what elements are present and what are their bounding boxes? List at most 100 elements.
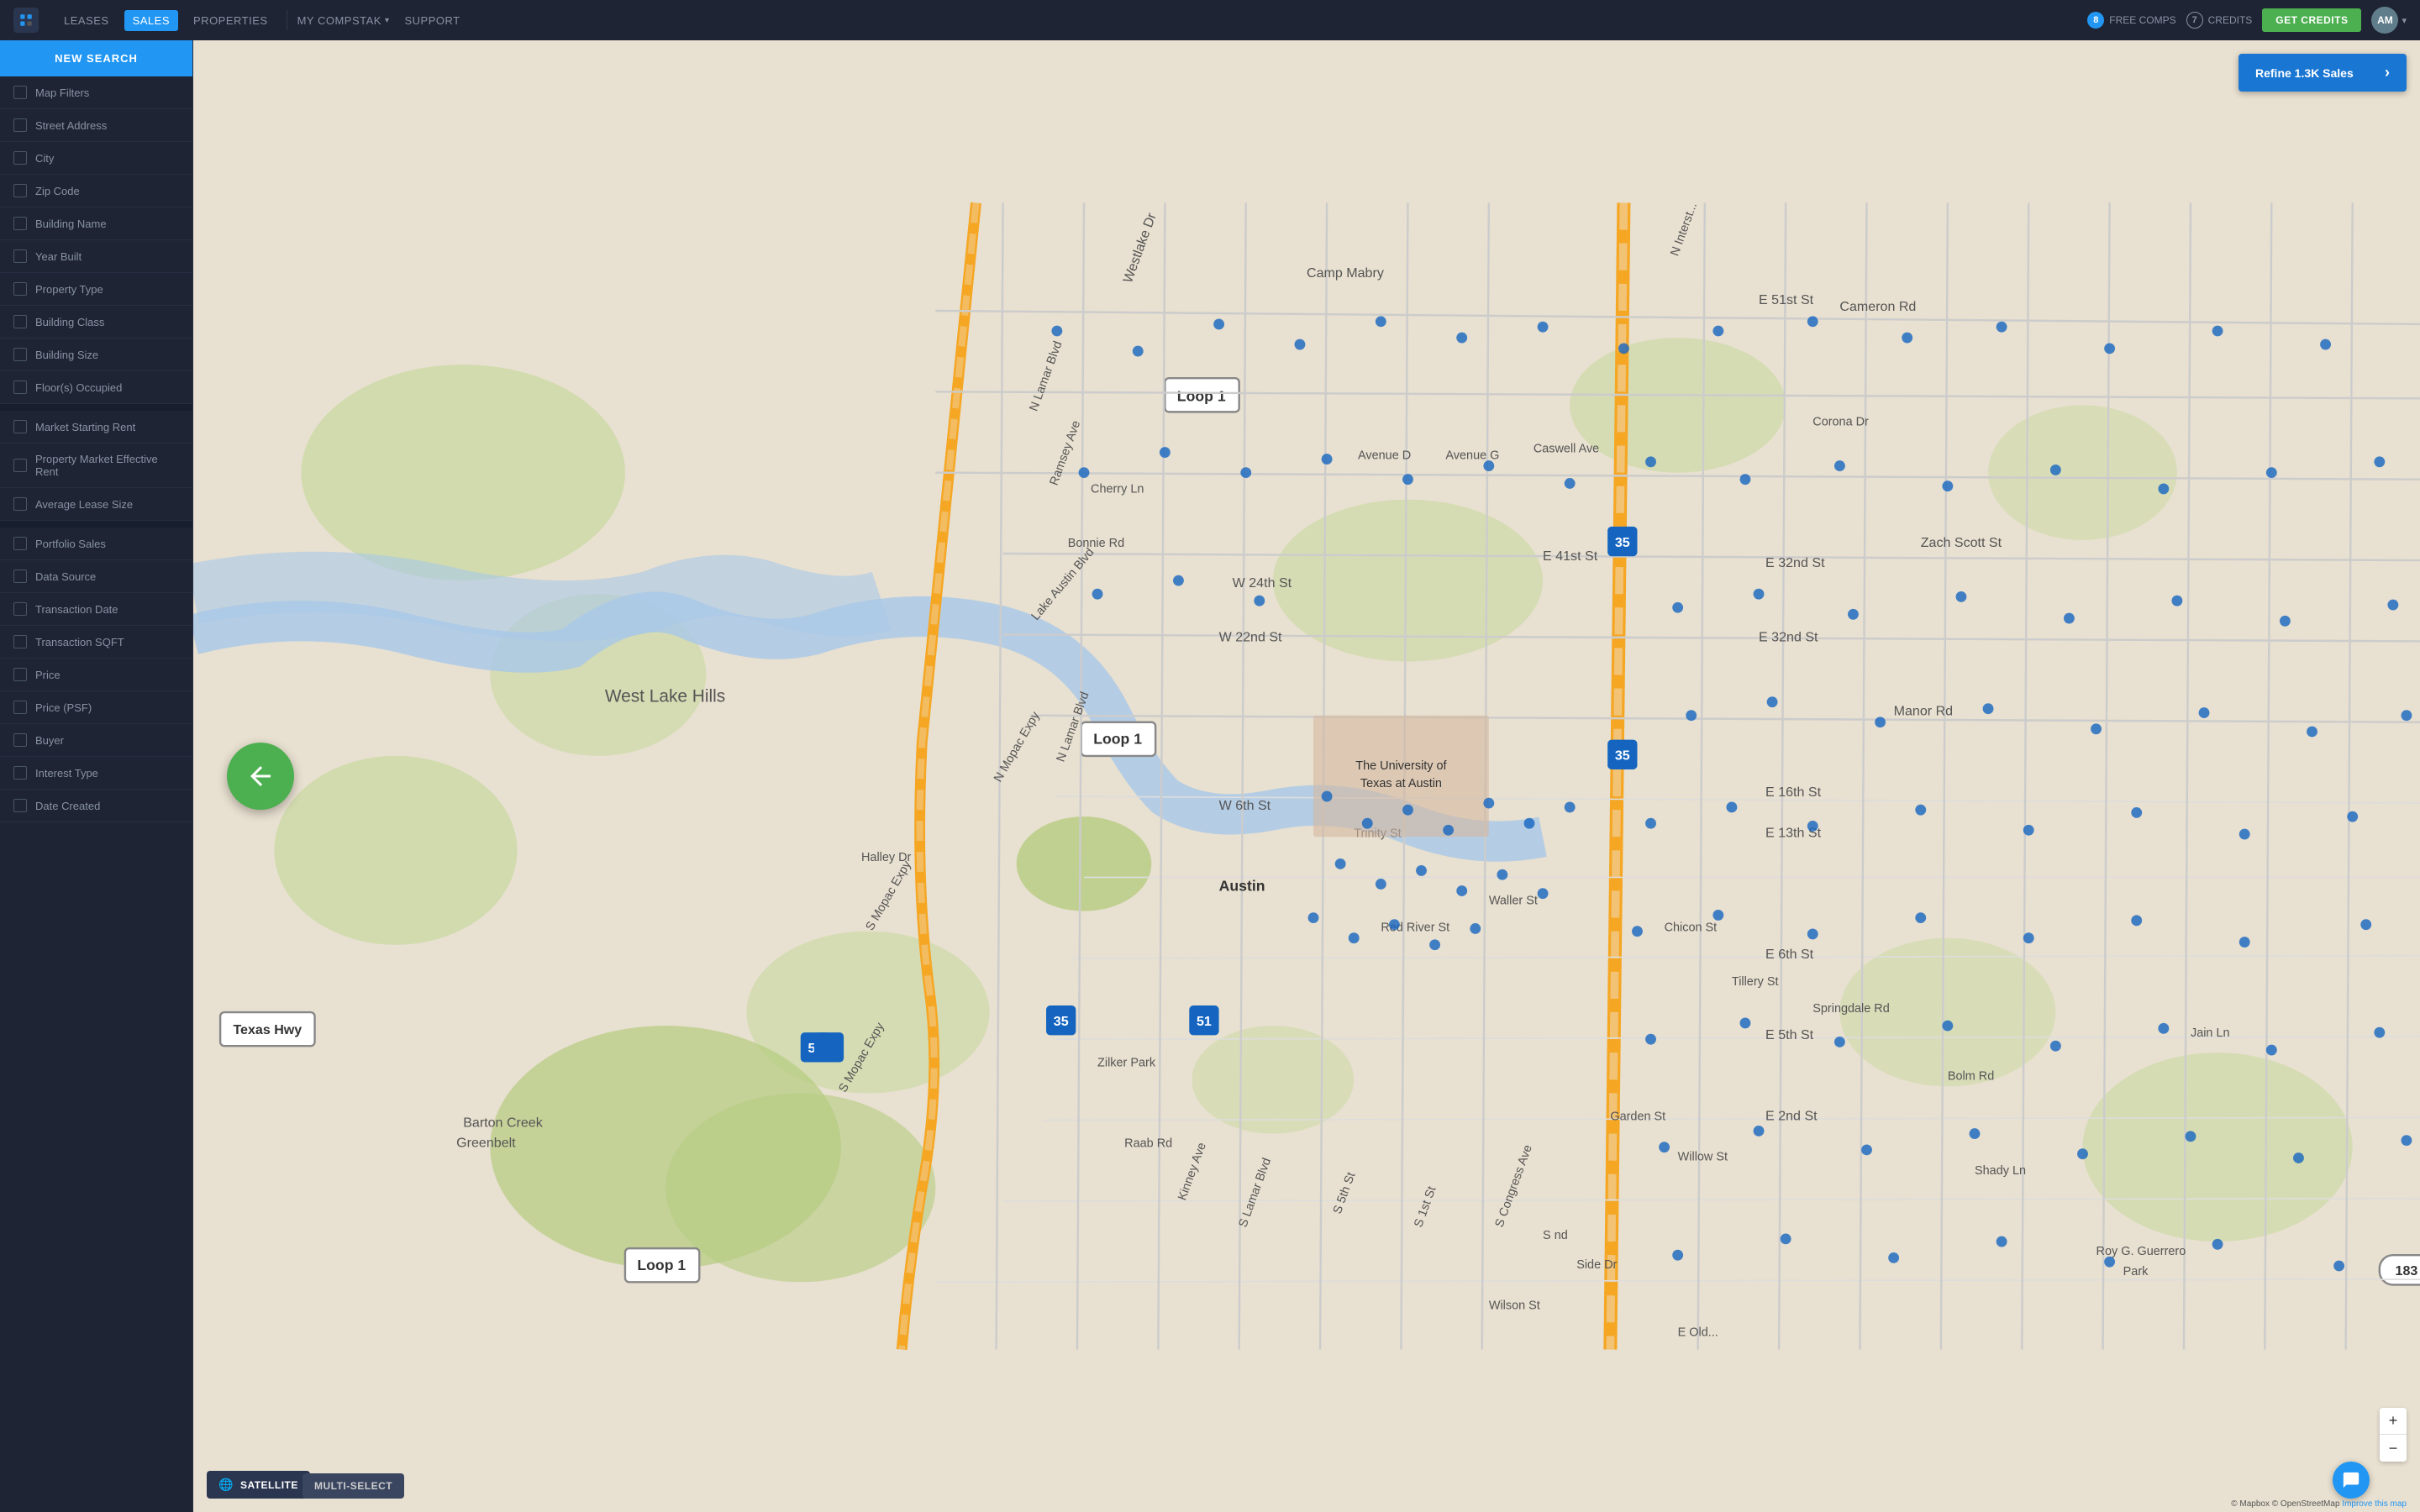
- filter-label-transaction-date: Transaction Date: [35, 603, 118, 616]
- svg-text:Texas at Austin: Texas at Austin: [1360, 777, 1442, 790]
- svg-text:Greenbelt: Greenbelt: [456, 1136, 516, 1151]
- svg-text:E 32nd St: E 32nd St: [1759, 629, 1818, 644]
- filter-label-interest-type: Interest Type: [35, 767, 98, 780]
- avatar[interactable]: AM: [2371, 7, 2398, 34]
- filter-item-street-address[interactable]: Street Address: [0, 109, 192, 142]
- filter-checkbox-transaction-sqft[interactable]: [13, 635, 27, 648]
- filter-checkbox-map-filters[interactable]: [13, 86, 27, 99]
- satellite-button[interactable]: 🌐 SATELLITE: [207, 1471, 310, 1499]
- svg-text:Manor Rd: Manor Rd: [1894, 704, 1953, 719]
- filter-checkbox-price[interactable]: [13, 668, 27, 681]
- svg-text:51: 51: [1197, 1014, 1212, 1029]
- filter-item-market-starting-rent[interactable]: Market Starting Rent: [0, 411, 192, 444]
- filter-item-floors-occupied[interactable]: Floor(s) Occupied: [0, 371, 192, 404]
- filter-item-building-size[interactable]: Building Size: [0, 339, 192, 371]
- filter-checkbox-date-created[interactable]: [13, 799, 27, 812]
- credits-text: CREDITS: [2208, 14, 2253, 26]
- filter-item-price[interactable]: Price: [0, 659, 192, 691]
- filter-checkbox-average-lease-size[interactable]: [13, 497, 27, 511]
- svg-text:Loop 1: Loop 1: [1177, 388, 1226, 405]
- multiselect-button[interactable]: MULTI-SELECT: [302, 1473, 404, 1499]
- main-layout: NEW SEARCH Map Filters Street Address City…: [0, 40, 2420, 1512]
- chevron-right-icon: ›: [2385, 64, 2390, 81]
- filter-item-price-psf[interactable]: Price (PSF): [0, 691, 192, 724]
- filter-checkbox-building-name[interactable]: [13, 217, 27, 230]
- filter-label-street-address: Street Address: [35, 119, 107, 132]
- svg-text:E 2nd St: E 2nd St: [1765, 1109, 1818, 1124]
- filter-item-transaction-date[interactable]: Transaction Date: [0, 593, 192, 626]
- header: LEASES SALES PROPERTIES MY COMPSTAK ▾ SU…: [0, 0, 2420, 40]
- filter-item-date-created[interactable]: Date Created: [0, 790, 192, 822]
- filter-item-property-market-effective-rent[interactable]: Property Market Effective Rent: [0, 444, 192, 488]
- filter-label-map-filters: Map Filters: [35, 87, 89, 99]
- filter-checkbox-street-address[interactable]: [13, 118, 27, 132]
- filter-checkbox-building-size[interactable]: [13, 348, 27, 361]
- filter-checkbox-market-starting-rent[interactable]: [13, 420, 27, 433]
- filter-label-price-psf: Price (PSF): [35, 701, 92, 714]
- map-background[interactable]: Loop 1 Loop 1 Loop 1 Texas Hwy 183: [193, 40, 2420, 1512]
- improve-map-link[interactable]: Improve this map: [2342, 1499, 2407, 1509]
- refine-label: Refine 1.3K Sales: [2255, 66, 2354, 80]
- logo[interactable]: [13, 8, 39, 33]
- svg-text:E 6th St: E 6th St: [1765, 947, 1814, 962]
- filter-item-city[interactable]: City: [0, 142, 192, 175]
- satellite-label: SATELLITE: [240, 1479, 298, 1491]
- filter-label-market-starting-rent: Market Starting Rent: [35, 421, 135, 433]
- filter-checkbox-property-market-effective-rent[interactable]: [13, 459, 27, 472]
- filter-item-average-lease-size[interactable]: Average Lease Size: [0, 488, 192, 521]
- filter-checkbox-transaction-date[interactable]: [13, 602, 27, 616]
- avatar-dropdown[interactable]: AM ▾: [2371, 7, 2407, 34]
- filter-item-map-filters[interactable]: Map Filters: [0, 76, 192, 109]
- filter-item-portfolio-sales[interactable]: Portfolio Sales: [0, 528, 192, 560]
- filter-label-city: City: [35, 152, 54, 165]
- nav-leases[interactable]: LEASES: [55, 10, 118, 31]
- svg-text:Park: Park: [2123, 1265, 2149, 1278]
- svg-text:Waller St: Waller St: [1489, 895, 1538, 908]
- filter-label-building-size: Building Size: [35, 349, 98, 361]
- map-container: Loop 1 Loop 1 Loop 1 Texas Hwy 183: [193, 40, 2420, 1512]
- get-credits-button[interactable]: GET CREDITS: [2262, 8, 2361, 32]
- svg-text:Camp Mabry: Camp Mabry: [1307, 265, 1384, 281]
- filter-label-zip-code: Zip Code: [35, 185, 80, 197]
- filter-list: Map Filters Street Address City Zip Code Bui…: [0, 76, 192, 822]
- filter-checkbox-portfolio-sales[interactable]: [13, 537, 27, 550]
- filter-item-data-source[interactable]: Data Source: [0, 560, 192, 593]
- svg-text:Bolm Rd: Bolm Rd: [1948, 1069, 1994, 1083]
- filter-checkbox-price-psf[interactable]: [13, 701, 27, 714]
- nav-properties[interactable]: PROPERTIES: [185, 10, 276, 31]
- zoom-in-button[interactable]: +: [2380, 1408, 2407, 1435]
- refine-sales-button[interactable]: Refine 1.3K Sales ›: [2238, 54, 2407, 92]
- map-attribution: © Mapbox © OpenStreetMap Improve this ma…: [2231, 1499, 2407, 1509]
- filter-checkbox-interest-type[interactable]: [13, 766, 27, 780]
- zoom-out-button[interactable]: −: [2380, 1435, 2407, 1462]
- filter-checkbox-data-source[interactable]: [13, 570, 27, 583]
- chat-button[interactable]: [2333, 1462, 2370, 1499]
- svg-text:Roy G. Guerrero: Roy G. Guerrero: [2096, 1245, 2186, 1258]
- filter-checkbox-year-built[interactable]: [13, 249, 27, 263]
- svg-text:Zilker Park: Zilker Park: [1097, 1056, 1156, 1069]
- new-search-button[interactable]: NEW SEARCH: [0, 40, 192, 76]
- filter-item-year-built[interactable]: Year Built: [0, 240, 192, 273]
- svg-text:W 24th St: W 24th St: [1233, 575, 1292, 591]
- nav-sales[interactable]: SALES: [124, 10, 178, 31]
- filter-checkbox-city[interactable]: [13, 151, 27, 165]
- filter-checkbox-building-class[interactable]: [13, 315, 27, 328]
- filter-item-interest-type[interactable]: Interest Type: [0, 757, 192, 790]
- filter-checkbox-zip-code[interactable]: [13, 184, 27, 197]
- filter-item-transaction-sqft[interactable]: Transaction SQFT: [0, 626, 192, 659]
- filter-item-building-name[interactable]: Building Name: [0, 207, 192, 240]
- svg-text:Cherry Ln: Cherry Ln: [1091, 483, 1144, 496]
- nav-my-compstak[interactable]: MY COMPSTAK ▾: [297, 14, 390, 27]
- filter-checkbox-property-type[interactable]: [13, 282, 27, 296]
- filter-item-building-class[interactable]: Building Class: [0, 306, 192, 339]
- back-button[interactable]: [227, 743, 294, 810]
- svg-text:Wilson St: Wilson St: [1489, 1299, 1540, 1312]
- nav-support[interactable]: SUPPORT: [396, 10, 468, 31]
- chevron-down-icon: ▾: [385, 16, 390, 25]
- filter-label-transaction-sqft: Transaction SQFT: [35, 636, 124, 648]
- filter-checkbox-floors-occupied[interactable]: [13, 381, 27, 394]
- filter-checkbox-buyer[interactable]: [13, 733, 27, 747]
- filter-item-zip-code[interactable]: Zip Code: [0, 175, 192, 207]
- filter-item-buyer[interactable]: Buyer: [0, 724, 192, 757]
- filter-item-property-type[interactable]: Property Type: [0, 273, 192, 306]
